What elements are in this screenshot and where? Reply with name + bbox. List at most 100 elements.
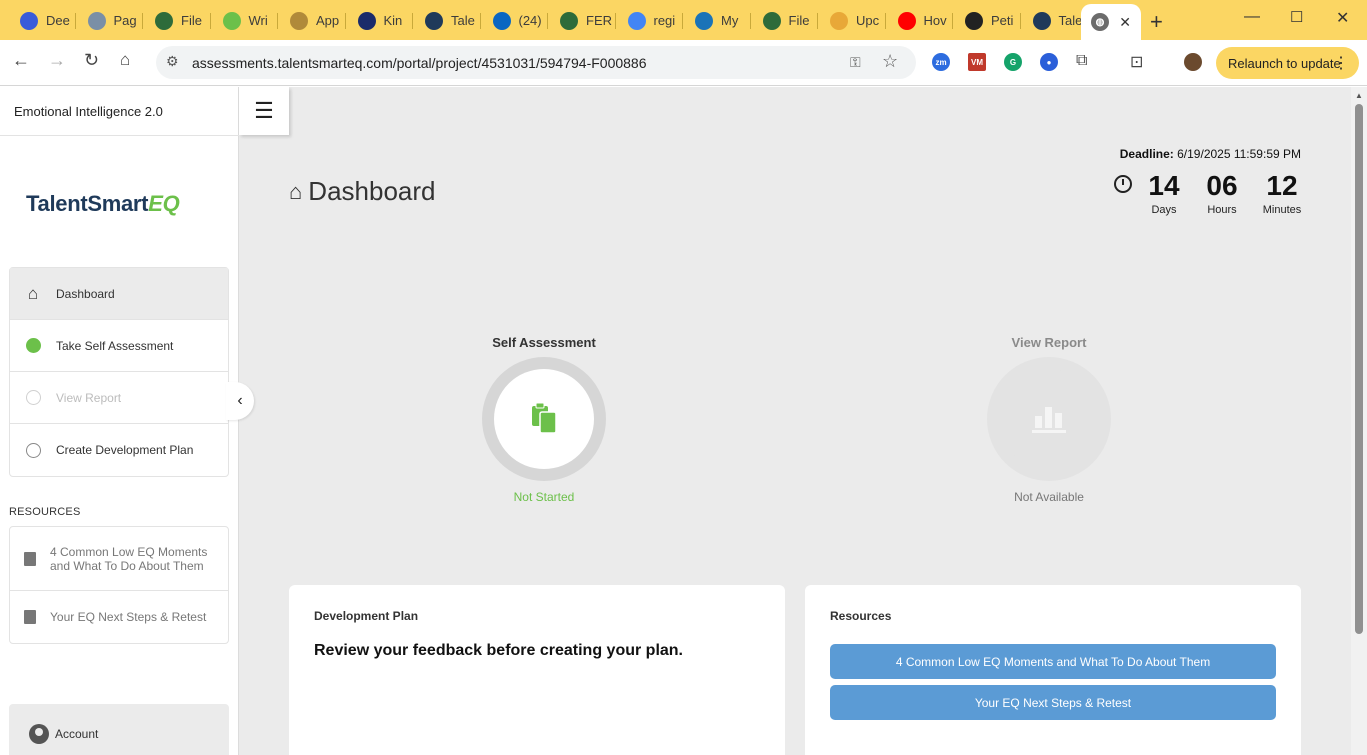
tab-separator bbox=[412, 13, 413, 29]
bar-chart-icon bbox=[1032, 407, 1066, 433]
tab-separator bbox=[884, 13, 886, 29]
card-title: Resources bbox=[830, 609, 892, 623]
sidebar-item-take-self-assessment[interactable]: Take Self Assessment bbox=[10, 320, 228, 372]
tab-label: Kin bbox=[383, 13, 403, 28]
openai-icon bbox=[965, 11, 983, 30]
sidebar-item-label: Dashboard bbox=[56, 286, 115, 301]
browser-tab[interactable]: Peti bbox=[955, 7, 1021, 34]
close-icon[interactable]: ✕ bbox=[1119, 14, 1131, 31]
reload-icon[interactable]: ↻ bbox=[84, 50, 99, 71]
browser-tab[interactable]: regi bbox=[618, 7, 683, 34]
page-title-text: Dashboard bbox=[308, 176, 436, 206]
logo-eq: EQ bbox=[148, 191, 180, 216]
page-scrollbar[interactable]: ▲ bbox=[1351, 87, 1367, 755]
scroll-up-icon[interactable]: ▲ bbox=[1355, 91, 1363, 100]
browser-tab-strip: Dee Pag File Wri App Kin Tale (24) FER regi My File… bbox=[0, 0, 1367, 40]
site-info-icon[interactable]: ⚙ bbox=[166, 53, 179, 70]
resource-button-next-steps[interactable]: Your EQ Next Steps & Retest bbox=[830, 685, 1276, 720]
tab-separator bbox=[682, 13, 683, 29]
deadline-label: Deadline: bbox=[1119, 147, 1174, 161]
step-status: Not Started bbox=[513, 490, 575, 504]
tab-label: My bbox=[721, 13, 739, 28]
resources-list: 4 Common Low EQ Moments and What To Do A… bbox=[9, 526, 229, 644]
tab-label: FER bbox=[586, 13, 612, 28]
browser-tab[interactable]: (24) bbox=[483, 7, 548, 34]
sidebar-item-label: Create Development Plan bbox=[56, 443, 194, 457]
browser-tab[interactable]: Kin bbox=[348, 7, 413, 34]
browser-tab-active[interactable]: ◍ ✕ bbox=[1081, 4, 1141, 40]
resource-item-low-eq-moments[interactable]: 4 Common Low EQ Moments and What To Do A… bbox=[10, 527, 228, 591]
account-button[interactable]: Account bbox=[9, 704, 229, 755]
url-text[interactable]: assessments.talentsmarteq.com/portal/pro… bbox=[192, 55, 647, 71]
page-title: ⌂ Dashboard bbox=[289, 176, 436, 207]
tab-separator bbox=[277, 13, 278, 29]
tab-label: (24) bbox=[518, 13, 542, 28]
browser-tab[interactable]: Hov bbox=[888, 7, 953, 34]
countdown-unit: Days bbox=[1151, 204, 1177, 216]
browser-tab[interactable]: Tale bbox=[415, 7, 481, 34]
sidebar-divider bbox=[0, 135, 239, 136]
menu-dots-icon[interactable]: ⋮ bbox=[1333, 53, 1349, 73]
cloud-icon bbox=[290, 11, 308, 30]
forward-icon[interactable]: → bbox=[48, 50, 66, 71]
google-icon bbox=[627, 11, 646, 30]
k-icon bbox=[357, 11, 376, 30]
grammarly-extension-icon[interactable]: G bbox=[1004, 53, 1022, 71]
browser-tab[interactable]: Tale bbox=[1023, 7, 1088, 34]
browser-tab[interactable]: Wri bbox=[213, 7, 278, 34]
tab-label: Peti bbox=[991, 13, 1014, 28]
tab-label: regi bbox=[653, 13, 676, 28]
resource-button-low-eq-moments[interactable]: 4 Common Low EQ Moments and What To Do A… bbox=[830, 644, 1276, 679]
sidebar: Emotional Intelligence 2.0 TalentSmartEQ… bbox=[0, 87, 239, 755]
window-close-icon[interactable]: ✕ bbox=[1336, 8, 1349, 28]
tab-separator bbox=[614, 13, 616, 29]
progress-ring[interactable] bbox=[482, 357, 606, 481]
password-key-icon[interactable]: ⚿ bbox=[850, 54, 861, 71]
vm-extension-icon[interactable]: VM bbox=[968, 53, 986, 71]
resource-item-next-steps[interactable]: Your EQ Next Steps & Retest bbox=[10, 591, 228, 643]
browser-tab[interactable]: Dee bbox=[10, 7, 76, 34]
tab-separator bbox=[749, 13, 751, 29]
maximize-icon[interactable]: ☐ bbox=[1290, 8, 1303, 26]
browser-tab[interactable]: My bbox=[685, 7, 751, 34]
zoom-extension-icon[interactable]: zm bbox=[932, 53, 950, 71]
browser-tab[interactable]: Upc bbox=[820, 7, 886, 34]
browser-tab[interactable]: File bbox=[753, 7, 818, 34]
browser-tab[interactable]: File bbox=[145, 7, 211, 34]
seal-icon bbox=[762, 11, 781, 30]
ts-icon bbox=[1032, 11, 1051, 30]
profile-avatar[interactable] bbox=[1184, 53, 1202, 71]
relaunch-button[interactable]: Relaunch to update ⋮ bbox=[1216, 47, 1359, 79]
ts-icon bbox=[425, 11, 443, 30]
user-avatar-icon bbox=[29, 724, 49, 744]
address-bar[interactable]: ⚙ assessments.talentsmarteq.com/portal/p… bbox=[156, 46, 916, 79]
circle-extension-icon[interactable]: ● bbox=[1040, 53, 1058, 71]
clock-icon bbox=[1114, 175, 1132, 193]
back-icon[interactable]: ← bbox=[12, 50, 30, 71]
vivaldi-icon bbox=[20, 11, 38, 30]
tab-label: Tale bbox=[1058, 13, 1083, 28]
sidebar-item-dashboard[interactable]: ⌂ Dashboard bbox=[10, 268, 228, 320]
browser-tab[interactable]: Pag bbox=[78, 7, 143, 34]
extensions-puzzle-icon[interactable]: ⧉ bbox=[1076, 52, 1087, 70]
sidebar-item-create-development-plan[interactable]: Create Development Plan bbox=[10, 424, 228, 476]
talentsmart-logo[interactable]: TalentSmartEQ bbox=[26, 191, 180, 217]
new-tab-button[interactable]: + bbox=[1150, 9, 1163, 35]
scrollbar-thumb[interactable] bbox=[1355, 104, 1363, 634]
tab-separator bbox=[952, 13, 953, 29]
sidebar-nav: ⌂ Dashboard Take Self Assessment View Re… bbox=[9, 267, 229, 477]
bookmark-star-icon[interactable]: ☆ bbox=[882, 51, 898, 72]
tab-label: Tale bbox=[451, 13, 475, 28]
home-icon[interactable]: ⌂ bbox=[120, 50, 130, 70]
tab-label: Hov bbox=[923, 13, 947, 28]
countdown-timer: 14 Days 06 Hours 12 Minutes bbox=[1114, 170, 1304, 220]
browser-tab[interactable]: App bbox=[280, 7, 346, 34]
step-title: Self Assessment bbox=[492, 335, 596, 350]
browser-tab[interactable]: FER bbox=[550, 7, 616, 34]
step-self-assessment[interactable]: Self Assessment Not Started bbox=[474, 335, 614, 504]
minimize-icon[interactable]: — bbox=[1244, 8, 1260, 26]
tab-search-icon[interactable]: ⊡ bbox=[1130, 52, 1143, 72]
hamburger-menu-button[interactable]: ☰ bbox=[239, 87, 289, 135]
tab-separator bbox=[344, 13, 346, 29]
collapse-sidebar-button[interactable]: ‹ bbox=[226, 382, 254, 420]
